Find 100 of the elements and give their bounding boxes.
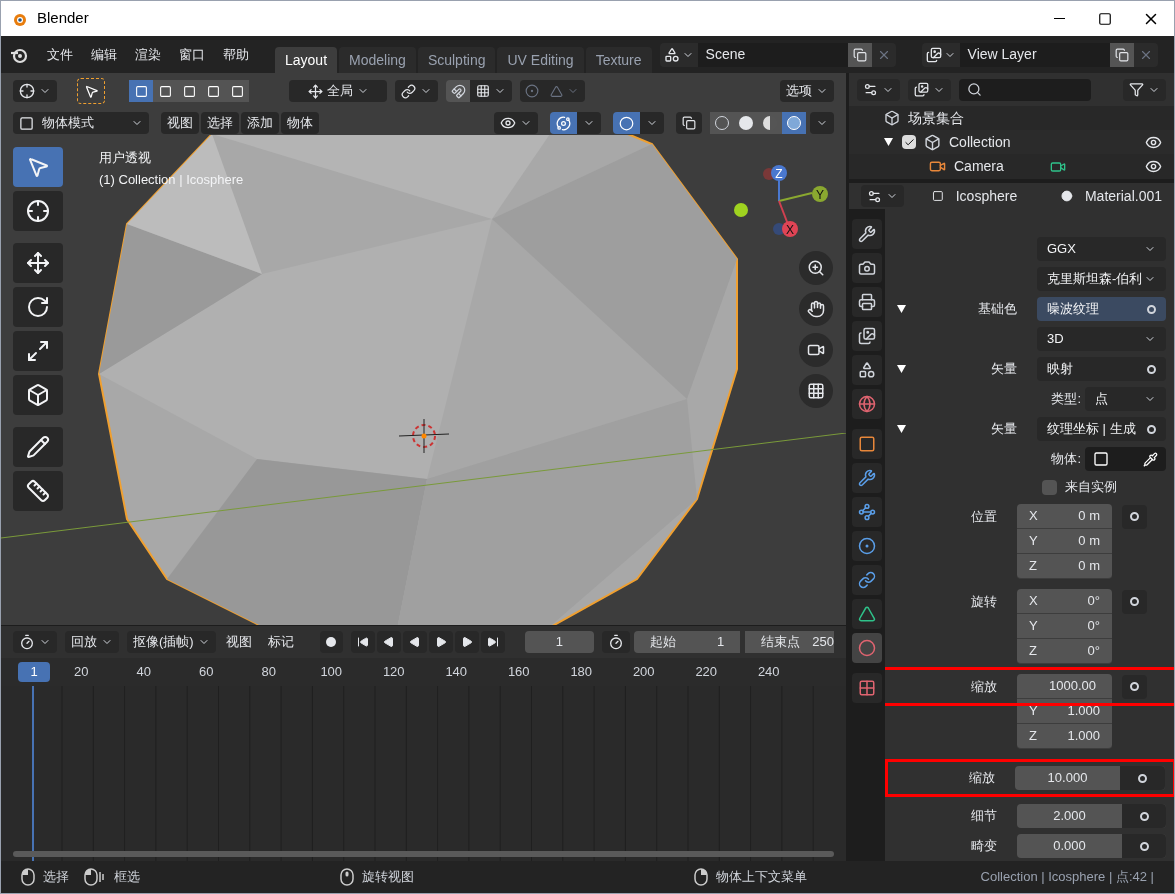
properties-tab[interactable] bbox=[852, 599, 882, 629]
keyframe-button[interactable] bbox=[1122, 589, 1147, 614]
properties-tab[interactable] bbox=[852, 429, 882, 459]
viewport-menu[interactable]: 选择 bbox=[201, 112, 239, 134]
vector-component-field[interactable]: X 0 m bbox=[1017, 504, 1112, 530]
properties-tab[interactable] bbox=[852, 565, 882, 595]
proportional-toggle[interactable] bbox=[520, 80, 544, 102]
menu-item[interactable]: 窗口 bbox=[171, 44, 213, 65]
tool-button[interactable] bbox=[13, 331, 63, 371]
timeline-dropdown[interactable]: 回放 bbox=[65, 630, 119, 653]
tool-button[interactable] bbox=[13, 427, 63, 467]
socket-link-field[interactable]: 映射 bbox=[1037, 357, 1166, 381]
filter-button[interactable] bbox=[1123, 78, 1166, 101]
dropdown[interactable]: 克里斯坦森-伯利 bbox=[1037, 267, 1166, 291]
selection-mode-button[interactable] bbox=[153, 80, 177, 102]
properties-tab[interactable] bbox=[852, 463, 882, 493]
playhead-frame-marker[interactable]: 1 bbox=[18, 661, 50, 682]
search-field[interactable] bbox=[959, 78, 1091, 101]
tool-button[interactable] bbox=[13, 375, 63, 415]
vector-component-field[interactable]: Z 1.000 bbox=[1017, 724, 1112, 750]
menu-item[interactable]: 渲染 bbox=[127, 44, 169, 65]
workspace-tab[interactable]: Modeling bbox=[339, 47, 416, 73]
preview-range-button[interactable] bbox=[602, 630, 631, 653]
properties-tab[interactable] bbox=[852, 497, 882, 527]
timeline-menu[interactable]: 视图 bbox=[219, 631, 258, 652]
pivot-point-button[interactable] bbox=[395, 80, 438, 102]
menu-item[interactable]: 帮助 bbox=[215, 44, 257, 65]
expanded-arrow-icon[interactable] bbox=[883, 138, 893, 147]
gizmo-toggle[interactable] bbox=[550, 112, 577, 134]
navigation-button[interactable] bbox=[799, 251, 833, 285]
mode-dropdown[interactable]: 物体模式 bbox=[13, 112, 149, 134]
properties-tab[interactable] bbox=[852, 219, 882, 249]
viewport-menu[interactable]: 物体 bbox=[281, 112, 319, 134]
playback-button[interactable] bbox=[428, 630, 453, 653]
view-layer-selector[interactable] bbox=[921, 42, 960, 67]
scene-selector[interactable] bbox=[659, 42, 698, 67]
playback-button[interactable] bbox=[480, 630, 505, 653]
view-layer-field[interactable]: View Layer bbox=[959, 42, 1110, 67]
socket-link-field[interactable]: 噪波纹理 bbox=[1037, 297, 1166, 321]
navigation-button[interactable] bbox=[799, 333, 833, 367]
overlay-toggle[interactable] bbox=[613, 112, 640, 134]
menu-item[interactable]: 编辑 bbox=[83, 44, 125, 65]
properties-tab[interactable] bbox=[852, 673, 882, 703]
options-dropdown[interactable]: 选项 bbox=[780, 80, 834, 102]
copy-button[interactable] bbox=[847, 42, 872, 67]
properties-tab[interactable] bbox=[852, 321, 882, 351]
xray-toggle[interactable] bbox=[676, 112, 702, 134]
playback-button[interactable] bbox=[402, 630, 427, 653]
editor-type-button[interactable] bbox=[13, 630, 57, 653]
falloff-dropdown[interactable] bbox=[544, 80, 585, 102]
breadcrumb-item[interactable]: Icosphere bbox=[955, 185, 1018, 207]
display-mode-button[interactable] bbox=[857, 78, 900, 101]
keyframe-button[interactable] bbox=[1122, 674, 1147, 699]
current-frame-field[interactable]: 1 bbox=[524, 630, 595, 653]
copy-button[interactable] bbox=[1109, 42, 1134, 67]
transform-pivot-button[interactable] bbox=[13, 80, 57, 102]
properties-tab[interactable] bbox=[852, 287, 882, 317]
properties-tab[interactable] bbox=[852, 389, 882, 419]
viewport-menu[interactable]: 视图 bbox=[161, 112, 199, 134]
shading-mode-button[interactable] bbox=[758, 112, 782, 134]
dropdown[interactable]: GGX bbox=[1037, 237, 1166, 261]
timeline-menu[interactable]: 标记 bbox=[261, 631, 300, 652]
number-field[interactable]: 10.000 bbox=[1015, 766, 1165, 791]
selection-mode-button[interactable] bbox=[129, 80, 153, 102]
vector-component-field[interactable]: Z 0° bbox=[1017, 639, 1112, 665]
dropdown[interactable]: 点 bbox=[1085, 387, 1166, 411]
playback-button[interactable] bbox=[454, 630, 479, 653]
socket-link-field[interactable]: 纹理坐标 | 生成 bbox=[1037, 417, 1166, 441]
tool-button[interactable] bbox=[13, 243, 63, 283]
filter-mode-button[interactable] bbox=[908, 78, 951, 101]
vector-component-field[interactable]: Y 0 m bbox=[1017, 529, 1112, 555]
checkbox[interactable] bbox=[902, 135, 916, 150]
snap-toggle[interactable] bbox=[446, 80, 470, 102]
properties-tab[interactable] bbox=[852, 253, 882, 283]
vector-component-field[interactable]: Y 0° bbox=[1017, 614, 1112, 640]
number-field[interactable]: 2.000 bbox=[1017, 804, 1166, 829]
vector-component-field[interactable]: X 0° bbox=[1017, 589, 1112, 615]
playback-button[interactable] bbox=[376, 630, 401, 653]
shading-mode-button[interactable] bbox=[710, 112, 734, 134]
viewport-menu[interactable]: 添加 bbox=[241, 112, 279, 134]
number-field[interactable]: 0.000 bbox=[1017, 834, 1166, 859]
tree-item[interactable]: Collection bbox=[949, 131, 1137, 153]
timeline-dropdown[interactable]: 抠像(插帧) bbox=[127, 630, 216, 653]
workspace-tab[interactable]: Sculpting bbox=[417, 47, 496, 73]
orientation-dropdown[interactable]: 全局 bbox=[289, 80, 387, 102]
record-button[interactable] bbox=[319, 630, 343, 653]
snap-dropdown[interactable] bbox=[470, 80, 512, 102]
vector-component-field[interactable]: 1000.00 bbox=[1017, 674, 1112, 700]
tool-button[interactable] bbox=[13, 191, 63, 231]
object-picker-field[interactable] bbox=[1085, 447, 1166, 471]
menu-item[interactable]: 文件 bbox=[39, 44, 81, 65]
overlay-dropdown[interactable] bbox=[640, 112, 664, 134]
horizontal-scrollbar[interactable] bbox=[13, 851, 834, 857]
vector-component-field[interactable]: Z 0 m bbox=[1017, 554, 1112, 580]
shading-mode-button[interactable] bbox=[782, 112, 806, 134]
breadcrumb-item[interactable]: Material.001 bbox=[1084, 185, 1162, 207]
keyframe-button[interactable] bbox=[1122, 504, 1147, 529]
expand-arrow-icon[interactable] bbox=[896, 425, 906, 433]
navigation-button[interactable] bbox=[799, 374, 833, 408]
playback-button[interactable] bbox=[350, 630, 375, 653]
